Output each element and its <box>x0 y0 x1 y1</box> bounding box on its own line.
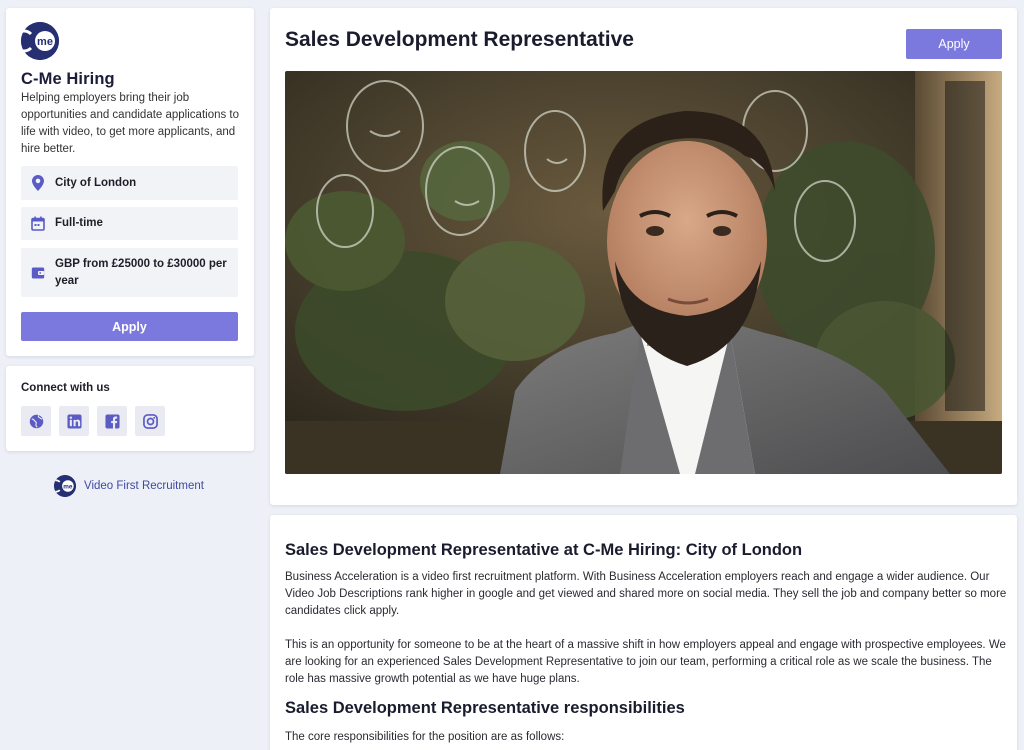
location-pin-icon <box>30 175 46 191</box>
company-profile-card: me C-Me Hiring Helping employers bring t… <box>6 8 254 356</box>
job-description-card: Sales Development Representative at C-Me… <box>270 515 1017 750</box>
instagram-icon <box>142 413 158 429</box>
job-type-text: Full-time <box>55 217 103 229</box>
description-paragraph-2: This is an opportunity for someone to be… <box>285 639 1006 685</box>
job-type-info: Full-time <box>21 207 238 240</box>
job-video[interactable] <box>285 71 1002 474</box>
description-heading: Sales Development Representative at C-Me… <box>285 541 803 559</box>
company-description: Helping employers bring their job opport… <box>21 92 240 155</box>
responsibilities-heading: Sales Development Representative respons… <box>285 699 685 717</box>
company-name: C-Me Hiring <box>21 70 115 88</box>
apply-button-header[interactable]: Apply <box>906 29 1002 59</box>
facebook-icon <box>104 413 120 429</box>
responsibilities-intro: The core responsibilities for the positi… <box>285 731 565 743</box>
globe-icon <box>29 414 43 428</box>
svg-text:me: me <box>37 36 53 48</box>
connect-title: Connect with us <box>21 382 110 394</box>
location-info: City of London <box>21 166 238 200</box>
job-header-card: Sales Development Representative Apply <box>270 8 1017 505</box>
description-paragraph-1: Business Acceleration is a video first r… <box>285 571 1007 617</box>
website-link[interactable] <box>21 406 51 436</box>
video-thumbnail <box>285 71 1002 474</box>
instagram-link[interactable] <box>135 406 165 436</box>
connect-card: Connect with us <box>6 366 254 451</box>
job-title: Sales Development Representative <box>285 28 634 51</box>
location-text: City of London <box>55 176 137 189</box>
wallet-icon <box>30 265 46 281</box>
calendar-icon <box>30 216 46 232</box>
linkedin-link[interactable] <box>59 406 89 436</box>
linkedin-icon <box>66 413 82 429</box>
svg-text:me: me <box>63 483 73 490</box>
salary-info: GBP from £25000 to £30000 per year <box>21 248 238 297</box>
footer-brand-text[interactable]: Video First Recruitment <box>84 480 204 492</box>
facebook-link[interactable] <box>97 406 127 436</box>
salary-text: GBP from £25000 to £30000 per year <box>55 257 227 287</box>
footer-brand-link[interactable]: me Video First Recruitment <box>54 475 204 497</box>
brand-logo-icon: me <box>54 475 76 497</box>
apply-button-sidebar[interactable]: Apply <box>21 312 238 341</box>
company-logo[interactable]: me <box>21 22 59 60</box>
